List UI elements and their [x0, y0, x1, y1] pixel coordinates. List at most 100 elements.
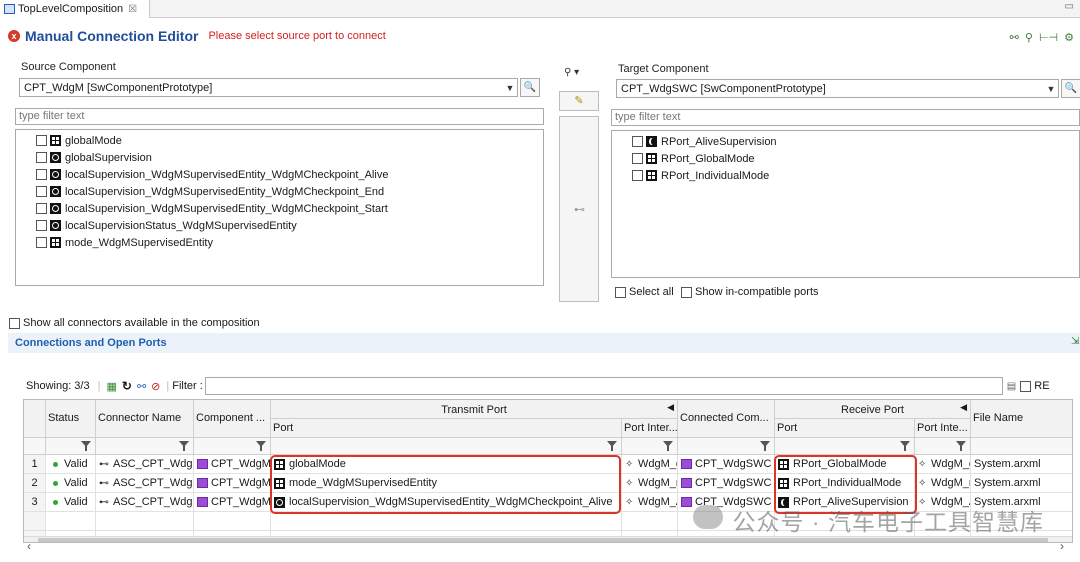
component-cell[interactable]: CPT_WdgM [194, 493, 271, 512]
source-component-combo[interactable]: CPT_WdgM [SwComponentPrototype] ▼ [19, 78, 518, 97]
filter-input[interactable] [204, 377, 1003, 395]
receive-port-interface-column-header[interactable]: Port Inte... [915, 419, 971, 438]
scrollbar-thumb[interactable] [38, 538, 1048, 542]
source-port-item[interactable]: localSupervisionStatus_WdgMSupervisedEnt… [36, 217, 543, 234]
status-filter[interactable] [46, 438, 96, 455]
header-toolbar: ⚯ ⚲ ⊢⊣ ⚙ [1010, 31, 1074, 44]
align-icon[interactable]: ⊢⊣ [1039, 31, 1058, 44]
scroll-left-icon[interactable]: ‹ [27, 539, 31, 553]
target-port-item[interactable]: RPort_GlobalMode [632, 150, 1079, 167]
file-name-column-header[interactable]: File Name [971, 400, 1072, 438]
source-port-item[interactable]: globalSupervision [36, 149, 543, 166]
clear-filter-icon[interactable]: ▤ [1007, 381, 1016, 392]
component-column-header[interactable]: Component ... [194, 400, 271, 438]
connector-name-column-header[interactable]: Connector Name [96, 400, 194, 438]
show-all-connectors-checkbox[interactable]: Show all connectors available in the com… [9, 317, 260, 329]
component-filter[interactable] [194, 438, 271, 455]
transmit-port-interface-cell[interactable]: ✧ WdgM_AliveSupervision [622, 493, 678, 512]
status-cell[interactable]: Valid [46, 474, 96, 493]
connections-section-header[interactable]: Connections and Open Ports [8, 333, 1080, 353]
tab-top-level-composition[interactable]: TopLevelComposition ☒ [0, 0, 150, 18]
checkbox[interactable] [615, 286, 626, 298]
collapse-icon[interactable]: ⇲ [1071, 336, 1079, 347]
component-cell[interactable]: CPT_WdgM [194, 474, 271, 493]
refresh-icon[interactable]: ↻ [122, 379, 132, 393]
target-search-icon[interactable]: 🔍 [1061, 79, 1080, 98]
connected-component-cell[interactable]: CPT_WdgSWC [678, 474, 775, 493]
magic-connect-button[interactable]: ✎ [559, 91, 599, 111]
target-port-item[interactable]: RPort_AliveSupervision [632, 133, 1079, 150]
source-search-icon[interactable]: 🔍 [520, 78, 540, 97]
transmit-port-column-header[interactable]: Port [271, 419, 622, 438]
row-number[interactable]: 3 [24, 493, 46, 512]
source-port-item[interactable]: localSupervision_WdgMSupervisedEntity_Wd… [36, 183, 543, 200]
connected-component-cell[interactable]: CPT_WdgSWC [678, 455, 775, 474]
source-port-item[interactable]: globalMode [36, 132, 543, 149]
connector-name-cell[interactable]: ⊷ ASC_CPT_WdgM_localSupervision [96, 493, 194, 512]
source-port-item[interactable]: mode_WdgMSupervisedEntity [36, 234, 543, 251]
target-component-combo[interactable]: CPT_WdgSWC [SwComponentPrototype] ▼ [616, 79, 1059, 98]
transmit-port-interface-cell[interactable]: ✧ WdgM_mode [622, 474, 678, 493]
connect-button[interactable]: ⊷ [559, 116, 599, 302]
checkbox[interactable] [36, 237, 47, 248]
connector-name-cell[interactable]: ⊷ ASC_CPT_WdgM_globalMode [96, 455, 194, 474]
auto-connect-icon[interactable]: ⚲ [1025, 31, 1033, 44]
link-icon[interactable]: ⚯ [1010, 31, 1019, 44]
target-port-item[interactable]: RPort_IndividualMode [632, 167, 1079, 184]
source-filter-input[interactable]: type filter text [15, 108, 544, 125]
status-cell[interactable]: Valid [46, 493, 96, 512]
checkbox[interactable] [632, 170, 643, 181]
transmit-port-filter[interactable] [271, 438, 622, 455]
checkbox[interactable] [36, 203, 47, 214]
checkbox[interactable] [36, 186, 47, 197]
receive-port-group-header[interactable]: Receive Port ◀ [775, 400, 971, 419]
checkbox[interactable] [9, 317, 20, 329]
target-filter-input[interactable]: type filter text [611, 109, 1080, 126]
connector-name-cell[interactable]: ⊷ ASC_CPT_WdgM_mode [96, 474, 194, 493]
scroll-right-icon[interactable]: › [1060, 539, 1064, 553]
component-cell[interactable]: CPT_WdgM [194, 455, 271, 474]
connector-name-filter[interactable] [96, 438, 194, 455]
receive-port-interface-cell[interactable]: ✧ WdgM_globalMode [915, 455, 971, 474]
connected-component-filter[interactable] [678, 438, 775, 455]
chevron-down-icon[interactable]: ▼ [1044, 84, 1058, 94]
regex-checkbox[interactable] [1020, 380, 1032, 392]
show-incompatible-checkbox[interactable]: Show in-compatible ports [681, 286, 819, 298]
checkbox[interactable] [632, 136, 643, 147]
status-cell[interactable]: Valid [46, 455, 96, 474]
connector-icon: ⊷ [99, 496, 109, 508]
delete-icon[interactable]: ⊘ [151, 380, 160, 393]
status-column-header[interactable]: Status [46, 400, 96, 438]
checkbox[interactable] [36, 135, 47, 146]
chevron-down-icon[interactable]: ▼ [503, 83, 517, 93]
checkbox[interactable] [36, 169, 47, 180]
checkbox[interactable] [681, 286, 692, 298]
file-name-cell[interactable]: System.arxml [971, 474, 1072, 493]
connected-component-column-header[interactable]: Connected Com... [678, 400, 775, 438]
transmit-port-interface-filter[interactable] [622, 438, 678, 455]
select-all-checkbox[interactable]: Select all [615, 286, 674, 298]
filter-dropdown-icon[interactable]: ⚲ ▾ [564, 67, 579, 78]
link-icon[interactable]: ⚯ [137, 380, 146, 393]
row-number[interactable]: 1 [24, 455, 46, 474]
minimize-icon[interactable]: ▭ [1065, 1, 1074, 12]
receive-port-interface-filter[interactable] [915, 438, 971, 455]
transmit-port-interface-cell[interactable]: ✧ WdgM_globalMode [622, 455, 678, 474]
tab-close-icon[interactable]: ☒ [128, 4, 137, 15]
source-port-item[interactable]: localSupervision_WdgMSupervisedEntity_Wd… [36, 200, 543, 217]
row-number[interactable]: 2 [24, 474, 46, 493]
receive-port-column-header[interactable]: Port [775, 419, 915, 438]
horizontal-scrollbar[interactable] [24, 536, 1072, 542]
receive-port-filter[interactable] [775, 438, 915, 455]
checkbox[interactable] [632, 153, 643, 164]
file-name-cell[interactable]: System.arxml [971, 455, 1072, 474]
file-name-filter[interactable] [971, 438, 1072, 455]
transmit-port-group-header[interactable]: Transmit Port ◀ [271, 400, 678, 419]
checkbox[interactable] [36, 152, 47, 163]
transmit-port-interface-column-header[interactable]: Port Inter... [622, 419, 678, 438]
source-port-item[interactable]: localSupervision_WdgMSupervisedEntity_Wd… [36, 166, 543, 183]
export-excel-icon[interactable]: ▦ [106, 380, 116, 393]
checkbox[interactable] [36, 220, 47, 231]
settings-icon[interactable]: ⚙ [1064, 31, 1074, 44]
receive-port-interface-cell[interactable]: ✧ WdgM_mode [915, 474, 971, 493]
